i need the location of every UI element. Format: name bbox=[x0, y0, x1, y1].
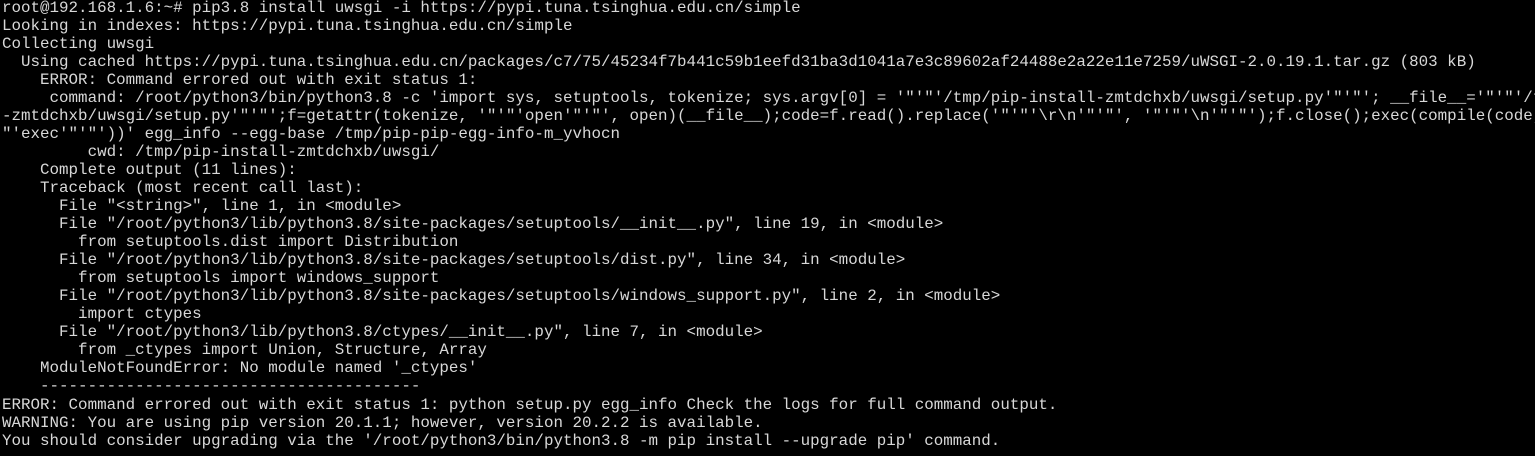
terminal-line: Complete output (11 lines): bbox=[2, 161, 297, 179]
terminal-line: "'exec'"'"'))' egg_info --egg-base /tmp/… bbox=[2, 125, 621, 143]
terminal-line-warning: WARNING: You are using pip version 20.1.… bbox=[2, 414, 763, 432]
terminal-line-separator: ---------------------------------------- bbox=[2, 377, 421, 395]
terminal-line: cwd: /tmp/pip-install-zmtdchxb/uwsgi/ bbox=[2, 143, 440, 161]
terminal-line: -zmtdchxb/uwsgi/setup.py'"'"';f=getattr(… bbox=[2, 107, 1535, 125]
terminal-line: You should consider upgrading via the '/… bbox=[2, 432, 1001, 450]
terminal-line: from setuptools import windows_support bbox=[2, 269, 440, 287]
terminal-line-module-error: ModuleNotFoundError: No module named '_c… bbox=[2, 359, 478, 377]
terminal-line-error: ERROR: Command errored out with exit sta… bbox=[2, 396, 1058, 414]
terminal-line: File "/root/python3/lib/python3.8/site-p… bbox=[2, 215, 944, 233]
terminal-window[interactable]: root@192.168.1.6:~# pip3.8 install uwsgi… bbox=[0, 0, 1535, 456]
terminal-line: from _ctypes import Union, Structure, Ar… bbox=[2, 341, 487, 359]
terminal-line-error: ERROR: Command errored out with exit sta… bbox=[2, 71, 478, 89]
terminal-line: from setuptools.dist import Distribution bbox=[2, 233, 459, 251]
terminal-line: import ctypes bbox=[2, 305, 202, 323]
terminal-line-prompt-command: root@192.168.1.6:~# pip3.8 install uwsgi… bbox=[2, 0, 801, 17]
terminal-line: Looking in indexes: https://pypi.tuna.ts… bbox=[2, 17, 573, 35]
terminal-line: File "/root/python3/lib/python3.8/site-p… bbox=[2, 287, 1001, 305]
terminal-line: Collecting uwsgi bbox=[2, 35, 155, 53]
terminal-line: File "/root/python3/lib/python3.8/ctypes… bbox=[2, 323, 763, 341]
terminal-line: Using cached https://pypi.tuna.tsinghua.… bbox=[2, 53, 1476, 71]
terminal-line: command: /root/python3/bin/python3.8 -c … bbox=[2, 89, 1535, 107]
terminal-line-traceback: Traceback (most recent call last): bbox=[2, 179, 364, 197]
terminal-line: File "/root/python3/lib/python3.8/site-p… bbox=[2, 251, 906, 269]
terminal-line: File "<string>", line 1, in <module> bbox=[2, 197, 402, 215]
